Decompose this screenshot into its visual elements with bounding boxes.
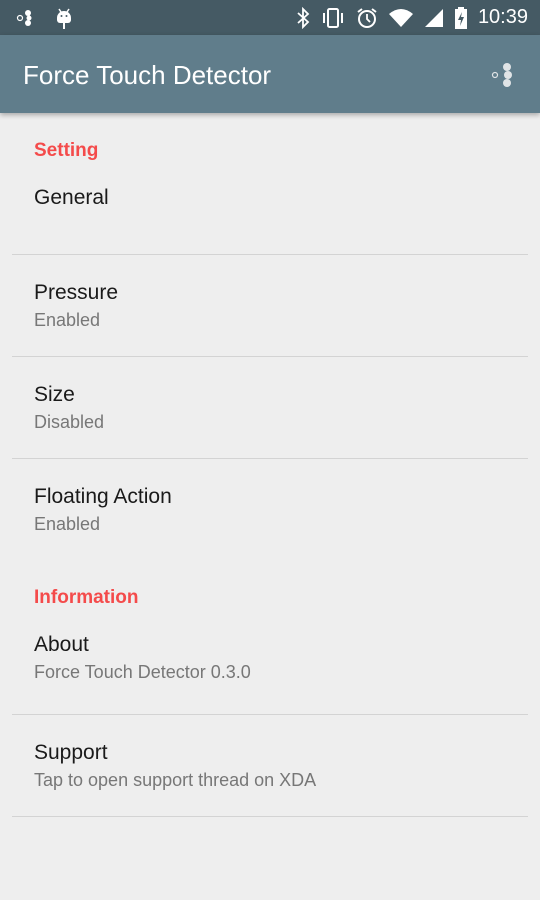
pref-summary: Force Touch Detector 0.3.0 xyxy=(34,662,251,682)
category-setting: Setting xyxy=(34,140,99,161)
battery-charging-icon xyxy=(454,6,468,30)
pref-title: About xyxy=(34,633,89,656)
pref-about[interactable]: About Force Touch Detector 0.3.0 xyxy=(0,613,540,714)
preferences-list: Setting General Pressure Enabled Size Di… xyxy=(0,115,540,817)
vibrate-icon xyxy=(320,6,346,30)
notification-dots-icon xyxy=(16,6,34,30)
status-bar: 10:39 xyxy=(0,0,540,35)
alarm-icon xyxy=(356,6,378,30)
android-icon xyxy=(54,6,74,30)
pref-title: Support xyxy=(34,741,108,764)
overflow-dots-icon xyxy=(491,63,512,87)
pref-summary: Disabled xyxy=(34,412,105,432)
pref-support[interactable]: Support Tap to open support thread on XD… xyxy=(0,715,540,816)
divider xyxy=(12,816,528,817)
pref-pressure[interactable]: Pressure Enabled xyxy=(0,255,540,356)
bluetooth-icon xyxy=(296,6,310,30)
wifi-icon xyxy=(388,6,414,30)
pref-title: General xyxy=(34,186,109,209)
pref-floating-action[interactable]: Floating Action Enabled xyxy=(0,459,540,560)
pref-summary: Tap to open support thread on XDA xyxy=(34,770,317,790)
cell-signal-icon xyxy=(424,6,444,30)
app-bar: Force Touch Detector xyxy=(0,35,540,113)
overflow-menu-button[interactable] xyxy=(490,59,522,91)
pref-title: Floating Action xyxy=(34,485,172,508)
clock: 10:39 xyxy=(477,6,528,28)
pref-title: Pressure xyxy=(34,281,119,304)
pref-size[interactable]: Size Disabled xyxy=(0,357,540,458)
pref-summary: Enabled xyxy=(34,310,101,330)
pref-summary: Enabled xyxy=(34,514,101,534)
category-information: Information xyxy=(34,587,139,608)
app-title: Force Touch Detector xyxy=(23,60,272,90)
pref-general[interactable]: General xyxy=(0,166,540,254)
pref-title: Size xyxy=(34,383,75,406)
